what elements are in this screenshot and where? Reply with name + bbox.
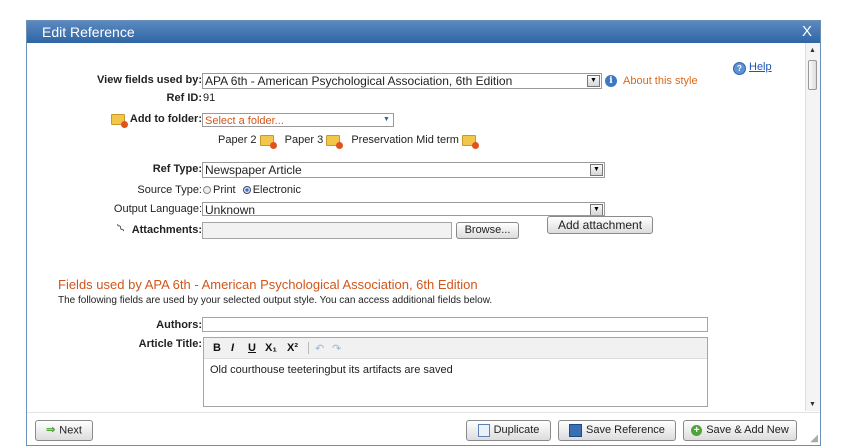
toolbar-divider xyxy=(308,342,309,354)
ref-type-label: Ref Type: xyxy=(152,163,202,175)
editor-toolbar: B I U X₁ X² ↶ ↷ xyxy=(204,338,707,359)
arrow-right-icon: ⇒ xyxy=(46,424,56,436)
dialog-content: ? Help View fields used by: APA 6th - Am… xyxy=(27,43,820,445)
subscript-button[interactable]: X₁ xyxy=(265,342,277,354)
info-icon[interactable]: i xyxy=(605,75,617,87)
chevron-down-icon: ▼ xyxy=(587,75,600,87)
ref-type-select[interactable]: Newspaper Article ▼ xyxy=(202,162,605,178)
redo-icon[interactable]: ↷ xyxy=(332,342,341,355)
output-language-select[interactable]: Unknown ▼ xyxy=(202,202,605,216)
undo-icon[interactable]: ↶ xyxy=(315,342,324,355)
save-reference-button[interactable]: Save Reference xyxy=(558,420,676,441)
folder-remove-icon[interactable] xyxy=(461,134,479,149)
bold-button[interactable]: B xyxy=(213,342,221,354)
folder-select[interactable]: Select a folder... ▼ xyxy=(202,113,394,127)
chevron-down-icon: ▼ xyxy=(590,164,603,176)
dialog-titlebar: Edit Reference X xyxy=(27,21,820,43)
article-title-text: Old courthouse teeteringbut its artifact… xyxy=(210,364,453,376)
add-attachment-button[interactable]: Add attachment xyxy=(547,216,653,234)
section-title: Fields used by APA 6th - American Psycho… xyxy=(58,277,478,292)
plus-circle-icon: + xyxy=(691,424,703,436)
authors-input[interactable] xyxy=(202,317,708,332)
edit-reference-dialog: Edit Reference X ? Help View fields used… xyxy=(26,20,821,446)
source-electronic-radio[interactable] xyxy=(242,186,251,195)
view-fields-select[interactable]: APA 6th - American Psychological Associa… xyxy=(202,73,602,89)
folder-remove-icon[interactable] xyxy=(326,134,344,149)
source-type-radios: Print Electronic xyxy=(203,184,301,196)
article-title-editor[interactable]: B I U X₁ X² ↶ ↷ Old courthouse teetering… xyxy=(203,337,708,407)
scroll-up-icon[interactable]: ▲ xyxy=(809,47,816,54)
view-fields-value: APA 6th - American Psychological Associa… xyxy=(205,74,513,88)
folder-item[interactable]: Paper 2 xyxy=(218,134,277,149)
duplicate-button[interactable]: Duplicate xyxy=(466,420,551,441)
authors-label: Authors: xyxy=(156,319,202,331)
folder-select-placeholder: Select a folder... xyxy=(205,115,284,127)
attachments-label: Attachments: xyxy=(131,224,202,236)
view-fields-label: View fields used by: xyxy=(97,74,202,86)
folder-item[interactable]: Preservation Mid term xyxy=(351,134,479,149)
dialog-title: Edit Reference xyxy=(42,24,135,40)
ref-type-value: Newspaper Article xyxy=(205,163,302,177)
folder-item[interactable]: Paper 3 xyxy=(285,134,344,149)
superscript-button[interactable]: X² xyxy=(287,342,298,354)
chevron-down-icon: ▼ xyxy=(590,204,603,215)
source-print-radio[interactable] xyxy=(203,186,211,195)
source-type-label: Source Type: xyxy=(137,184,202,196)
folder-remove-icon[interactable] xyxy=(259,134,277,149)
close-button[interactable]: X xyxy=(802,23,812,40)
attachment-file-field[interactable] xyxy=(202,222,452,239)
floppy-disk-icon xyxy=(569,423,583,437)
underline-button[interactable]: U xyxy=(248,342,256,354)
output-language-label: Output Language: xyxy=(113,203,202,215)
ref-id-label: Ref ID: xyxy=(166,92,202,104)
vertical-scrollbar[interactable]: ▲ ▼ xyxy=(805,43,820,411)
chevron-down-icon: ▼ xyxy=(383,116,390,123)
duplicate-icon xyxy=(477,423,490,437)
section-description: The following fields are used by your se… xyxy=(58,295,493,306)
next-button[interactable]: ⇒ Next xyxy=(35,420,93,441)
save-add-new-button[interactable]: + Save & Add New xyxy=(683,420,797,441)
add-to-folder-label: Add to folder: xyxy=(129,113,202,125)
browse-button[interactable]: Browse... xyxy=(456,222,519,239)
help-link[interactable]: Help xyxy=(749,61,772,73)
dialog-footer: ⇒ Next Duplicate Save Reference + Save & A… xyxy=(27,412,820,445)
help-icon[interactable]: ? xyxy=(733,62,746,75)
article-title-label: Article Title: xyxy=(138,338,202,350)
ref-id-value: 91 xyxy=(203,92,216,104)
folder-list: Paper 2 Paper 3 Preservation Mid term xyxy=(218,134,479,149)
scrollbar-thumb[interactable] xyxy=(808,60,817,90)
scroll-down-icon[interactable]: ▼ xyxy=(809,401,816,408)
output-language-value: Unknown xyxy=(205,203,256,216)
italic-button[interactable]: I xyxy=(231,342,234,354)
resize-grip-icon[interactable]: ◢ xyxy=(810,433,818,444)
about-style-link[interactable]: About this style xyxy=(623,75,698,87)
